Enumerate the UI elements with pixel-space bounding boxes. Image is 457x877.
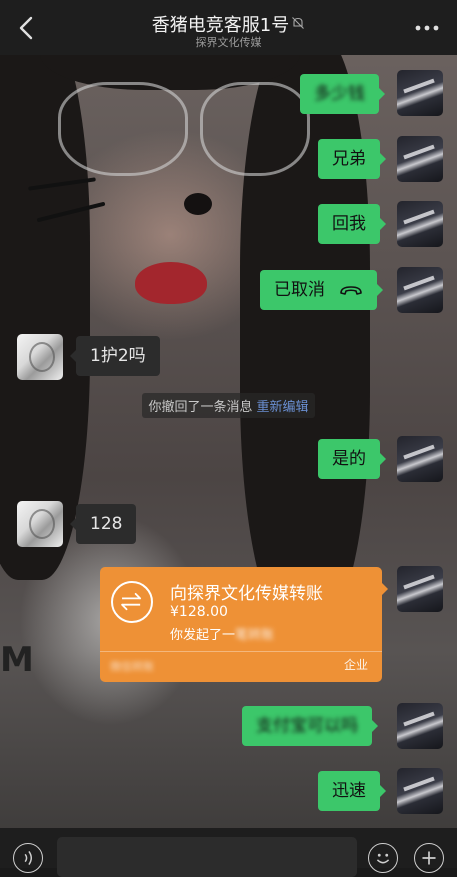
contact-avatar[interactable] <box>17 501 63 547</box>
message-text: 1护2吗 <box>90 346 146 366</box>
mute-bell-icon <box>292 17 305 29</box>
message-bubble-received[interactable]: 1护2吗 <box>70 336 160 376</box>
voice-icon[interactable] <box>13 843 43 873</box>
message-bubble-sent[interactable]: 支付宝可以吗 <box>242 706 378 746</box>
my-avatar[interactable] <box>397 201 443 247</box>
transfer-footer-tag: 企业 <box>343 658 368 672</box>
message-text: 已取消 <box>274 280 325 300</box>
transfer-status: 你发起了一笔转账 <box>170 624 274 643</box>
contact-avatar[interactable] <box>17 334 63 380</box>
message-text: 支付宝可以吗 <box>256 716 358 736</box>
more-icon[interactable] <box>415 25 439 31</box>
message-text: 兄弟 <box>332 149 366 169</box>
message-bubble-sent[interactable]: 兄弟 <box>318 139 386 179</box>
my-avatar[interactable] <box>397 70 443 116</box>
recall-notice: 你撤回了一条消息 重新编辑 <box>0 393 457 418</box>
emoji-icon[interactable] <box>368 843 398 873</box>
transfer-card[interactable]: 向探界文化传媒转账 ¥128.00 你发起了一笔转账 微信转账 企业 <box>100 567 388 682</box>
phone-hangup-icon <box>340 286 362 295</box>
input-bar <box>0 828 457 877</box>
transfer-status-blurred: 笔转账 <box>235 628 275 643</box>
chat-title-text: 香猪电竞客服1号 <box>151 15 290 36</box>
message-bubble-received[interactable]: 128 <box>69 504 137 544</box>
message-text: 是的 <box>332 449 366 469</box>
message-bubble-sent[interactable]: 迅速 <box>318 771 386 811</box>
re-edit-link[interactable]: 重新编辑 <box>257 400 309 415</box>
message-bubble-sent[interactable]: 多少钱 <box>300 74 385 114</box>
message-text: 128 <box>90 514 123 534</box>
message-bubble-sent[interactable]: 回我 <box>318 204 386 244</box>
chat-background-photo: M <box>0 0 457 868</box>
my-avatar[interactable] <box>397 768 443 814</box>
my-avatar[interactable] <box>397 136 443 182</box>
transfer-arrows-icon <box>111 581 153 623</box>
recall-notice-pill: 你撤回了一条消息 重新编辑 <box>142 393 315 418</box>
message-bubble-sent[interactable]: 是的 <box>318 439 386 479</box>
my-avatar[interactable] <box>397 436 443 482</box>
my-avatar[interactable] <box>397 703 443 749</box>
my-avatar[interactable] <box>397 267 443 313</box>
recall-text: 你撤回了一条消息 <box>148 400 253 415</box>
message-text: 迅速 <box>332 781 366 801</box>
transfer-title: 向探界文化传媒转账 <box>170 584 323 604</box>
transfer-divider <box>100 651 382 652</box>
transfer-status-text: 你发起了一 <box>170 628 236 643</box>
message-text: 多少钱 <box>314 84 365 104</box>
my-avatar[interactable] <box>397 566 443 612</box>
message-input[interactable] <box>57 837 357 877</box>
message-text: 回我 <box>332 214 366 234</box>
chat-header: 香猪电竞客服1号 探界文化传媒 <box>0 0 457 55</box>
call-record-bubble[interactable]: 已取消 <box>260 270 383 310</box>
chat-subtitle: 探界文化传媒 <box>195 36 262 49</box>
plus-icon[interactable] <box>414 843 444 873</box>
transfer-amount: ¥128.00 <box>170 604 228 620</box>
transfer-footer-label: 微信转账 <box>110 660 154 673</box>
